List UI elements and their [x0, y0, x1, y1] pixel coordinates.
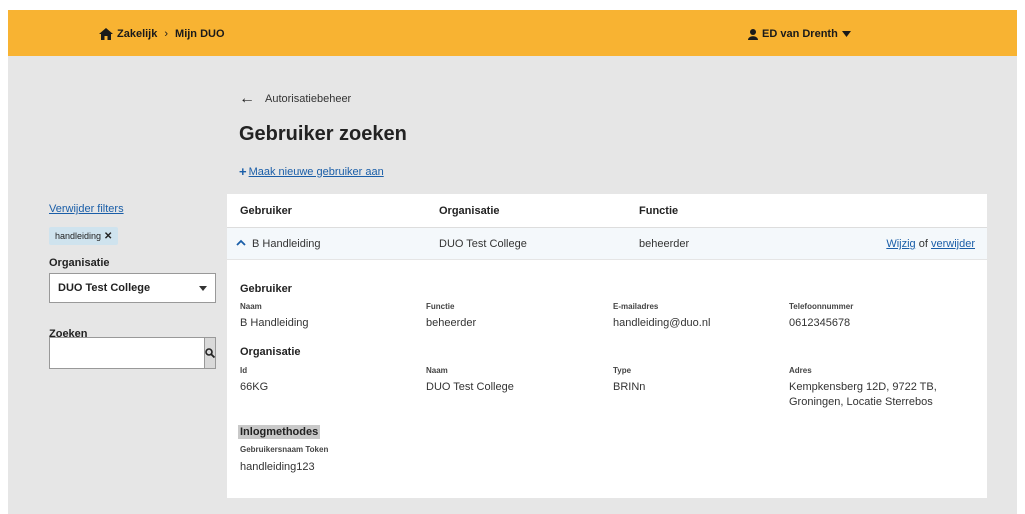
phone-value: 0612345678 [789, 317, 851, 329]
address-label: Adres [789, 366, 812, 375]
breadcrumb-mijn-duo[interactable]: Mijn DUO [175, 28, 225, 40]
filter-chip[interactable]: handleiding ✕ [49, 227, 119, 245]
search-input[interactable] [49, 337, 205, 369]
page-title: Gebruiker zoeken [239, 123, 407, 145]
top-bar: Zakelijk › Mijn DUO ED van Drenth [8, 10, 1017, 56]
search-icon [205, 348, 215, 358]
user-section-title: Gebruiker [240, 283, 292, 295]
close-icon[interactable]: ✕ [104, 231, 112, 242]
table-row[interactable]: B Handleiding DUO Test College beheerder… [227, 228, 987, 260]
back-link[interactable]: ← Autorisatiebeheer [239, 90, 351, 108]
organisation-label: Organisatie [49, 257, 110, 269]
column-header-function: Functie [639, 205, 679, 217]
user-name: ED van Drenth [762, 28, 838, 40]
remove-filters-link[interactable]: Verwijder filters [49, 203, 124, 215]
chevron-up-icon[interactable] [236, 238, 246, 248]
type-label: Type [613, 366, 632, 375]
type-value: BRINn [613, 381, 646, 393]
new-user-link[interactable]: + Maak nieuwe gebruiker aan [239, 164, 384, 179]
results-panel: Gebruiker Organisatie Functie B Handleid… [227, 194, 987, 498]
org-name-label: Naam [426, 366, 448, 375]
email-value: handleiding@duo.nl [613, 317, 711, 329]
search-box [49, 337, 216, 369]
token-value: handleiding123 [240, 461, 315, 473]
organisation-section-title: Organisatie [240, 346, 301, 358]
column-header-organisation: Organisatie [439, 205, 500, 217]
home-icon[interactable] [99, 28, 113, 40]
organisation-select[interactable]: DUO Test College [49, 273, 216, 303]
filter-chip-label: handleiding [55, 231, 102, 241]
id-label: Id [240, 366, 248, 375]
column-header-user: Gebruiker [240, 205, 292, 217]
user-icon [748, 28, 758, 40]
breadcrumb-separator: › [164, 28, 169, 40]
delete-link[interactable]: verwijder [931, 238, 975, 250]
or-text: of [918, 238, 928, 250]
login-section-title: Inlogmethodes [238, 425, 321, 439]
org-name-value: DUO Test College [426, 381, 514, 393]
new-user-label: Maak nieuwe gebruiker aan [248, 165, 384, 178]
back-label: Autorisatiebeheer [265, 93, 352, 105]
chevron-down-icon [199, 285, 207, 291]
breadcrumb-zakelijk[interactable]: Zakelijk [117, 28, 157, 40]
search-button[interactable] [205, 337, 216, 369]
user-menu[interactable]: ED van Drenth [748, 28, 851, 40]
table-header: Gebruiker Organisatie Functie [227, 194, 987, 228]
function-value: beheerder [426, 317, 477, 329]
row-actions: Wijzig of verwijder [886, 238, 975, 250]
plus-icon: + [239, 164, 247, 179]
edit-link[interactable]: Wijzig [886, 238, 915, 250]
address-line1: Kempkensberg 12D, 9722 TB, [789, 381, 937, 393]
name-value: B Handleiding [240, 317, 309, 329]
breadcrumb: Zakelijk › Mijn DUO [99, 28, 225, 40]
caret-down-icon [841, 31, 851, 37]
cell-organisation: DUO Test College [439, 238, 527, 250]
function-label: Functie [426, 302, 455, 311]
name-label: Naam [240, 302, 262, 311]
arrow-left-icon: ← [239, 90, 255, 107]
id-value: 66KG [240, 381, 269, 393]
cell-function: beheerder [639, 238, 690, 250]
token-label: Gebruikersnaam Token [240, 445, 329, 454]
email-label: E-mailadres [613, 302, 659, 311]
organisation-select-value: DUO Test College [58, 282, 151, 294]
address-line2: Groningen, Locatie Sterrebos [789, 396, 933, 408]
phone-label: Telefoonnummer [789, 302, 854, 311]
login-section-label: Inlogmethodes [238, 425, 321, 439]
cell-user: B Handleiding [252, 238, 321, 250]
app-frame: Zakelijk › Mijn DUO ED van Drenth ← Auto… [8, 10, 1017, 514]
